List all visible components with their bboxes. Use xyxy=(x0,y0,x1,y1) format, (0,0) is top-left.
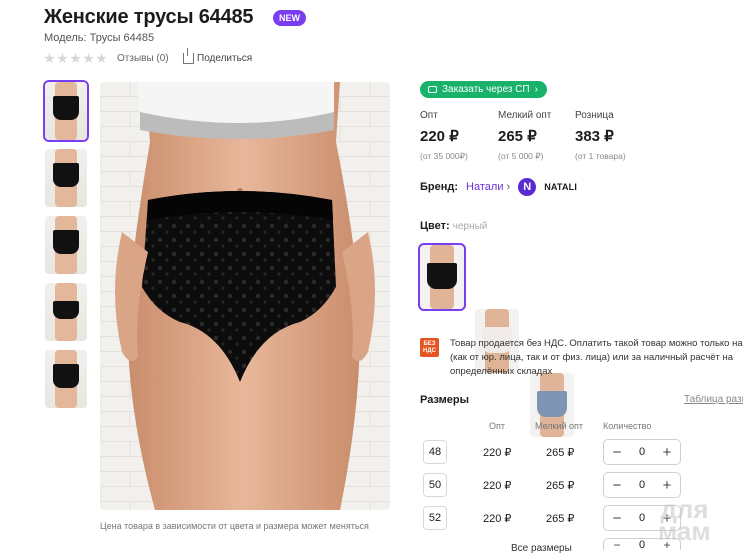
quantity-stepper[interactable]: − 0 + xyxy=(603,439,681,465)
share-button[interactable]: Поделиться xyxy=(183,48,253,64)
price-note: (от 35 000₽) xyxy=(420,151,468,161)
brand-name: Натали xyxy=(466,181,504,193)
vat-line: определённых складах xyxy=(450,366,553,377)
price-label: Розница xyxy=(575,110,614,121)
size-label: 50 xyxy=(423,473,447,497)
thumbnail-image[interactable] xyxy=(45,350,87,408)
price-note-caption: Цена товара в зависимости от цвета и раз… xyxy=(100,521,369,531)
size-table-link[interactable]: Таблица разме xyxy=(684,394,743,405)
sizes-title: Размеры xyxy=(420,394,470,406)
model-label: Модель: Трусы 64485 xyxy=(44,32,155,44)
star-icon xyxy=(44,53,55,64)
price-wholesale: Опт 220 ₽ (от 35 000₽) xyxy=(420,110,468,162)
watermark-line: мам xyxy=(658,516,711,546)
star-icon xyxy=(57,53,68,64)
cart-icon xyxy=(428,86,437,93)
thumbnail-list xyxy=(43,80,89,417)
price-note: (от 5 000 ₽) xyxy=(498,151,544,161)
brand-logo-icon[interactable]: N xyxy=(518,178,537,196)
thumbnail-image[interactable] xyxy=(43,80,89,142)
thumbnail-image[interactable] xyxy=(45,149,87,207)
row-price-wholesale: 220 ₽ xyxy=(483,513,512,525)
new-badge: NEW xyxy=(273,10,306,26)
selected-color: черный xyxy=(452,221,488,232)
rating-stars[interactable] xyxy=(44,53,107,64)
minus-button[interactable]: − xyxy=(610,477,624,494)
row-price-small: 265 ₽ xyxy=(546,513,575,525)
no-vat-icon: БЕЗ НДС xyxy=(420,338,439,357)
star-icon xyxy=(70,53,81,64)
row-price-wholesale: 220 ₽ xyxy=(483,480,512,492)
main-product-image[interactable] xyxy=(100,82,390,510)
row-price-small: 265 ₽ xyxy=(546,480,575,492)
vat-icon-line: НДС xyxy=(423,347,436,354)
brand-logo-text: NATALI xyxy=(544,182,578,192)
brand-label: Бренд: xyxy=(420,181,459,193)
quantity-value: 0 xyxy=(638,479,646,491)
watermark-logo: для мам xyxy=(658,496,711,546)
order-button-label: Заказать через СП xyxy=(442,84,530,95)
vat-line: (как от юр. лица, так и от физ. лица) ил… xyxy=(450,352,734,363)
chevron-right-icon: › xyxy=(506,181,511,193)
col-header-wholesale: Опт xyxy=(489,421,505,431)
price-small-wholesale: Мелкий опт 265 ₽ (от 5 000 ₽) xyxy=(498,110,551,162)
brand-link[interactable]: Натали › xyxy=(466,181,510,193)
product-photo xyxy=(100,82,390,510)
row-price-wholesale: 220 ₽ xyxy=(483,447,512,459)
vat-notice: Товар продается без НДС. Оплатить такой … xyxy=(450,337,743,379)
color-swatch-black[interactable] xyxy=(418,243,466,311)
share-label: Поделиться xyxy=(197,53,253,64)
row-price-small: 265 ₽ xyxy=(546,447,575,459)
thumbnail-image[interactable] xyxy=(45,283,87,341)
price-retail: Розница 383 ₽ (от 1 товара) xyxy=(575,110,626,161)
price-label: Мелкий опт xyxy=(498,110,552,121)
plus-button[interactable]: + xyxy=(660,444,674,461)
all-sizes-label: Все размеры xyxy=(511,543,572,554)
price-note: (от 1 товара) xyxy=(575,151,626,161)
share-icon xyxy=(183,48,194,64)
price-label: Опт xyxy=(420,110,438,121)
chevron-right-icon: › xyxy=(534,84,538,95)
product-title: Женские трусы 64485 xyxy=(44,6,254,28)
price-value: 220 ₽ xyxy=(420,128,459,145)
col-header-quantity: Количество xyxy=(603,421,652,431)
reviews-link[interactable]: Отзывы (0) xyxy=(117,53,169,64)
minus-button[interactable]: − xyxy=(610,510,624,527)
price-value: 383 ₽ xyxy=(575,128,614,145)
size-label: 52 xyxy=(423,506,447,530)
minus-button[interactable]: − xyxy=(610,539,624,551)
color-section: Цвет: черный xyxy=(420,220,487,232)
quantity-value: 0 xyxy=(638,512,646,524)
thumbnail-image[interactable] xyxy=(45,216,87,274)
color-label: Цвет: xyxy=(420,220,450,232)
plus-button[interactable]: + xyxy=(660,477,674,494)
vat-line: Товар продается без НДС. Оплатить такой … xyxy=(450,338,743,349)
vat-icon-line: БЕЗ xyxy=(423,340,436,347)
quantity-value: 0 xyxy=(638,539,646,551)
price-value: 265 ₽ xyxy=(498,128,537,145)
star-icon xyxy=(96,53,107,64)
star-icon xyxy=(83,53,94,64)
order-via-sp-button[interactable]: Заказать через СП › xyxy=(420,81,547,98)
col-header-small-wholesale: Мелкий опт xyxy=(535,421,584,431)
minus-button[interactable]: − xyxy=(610,444,624,461)
brand-row: Бренд: Натали › N NATALI xyxy=(420,178,577,196)
quantity-value: 0 xyxy=(638,446,646,458)
size-label: 48 xyxy=(423,440,447,464)
